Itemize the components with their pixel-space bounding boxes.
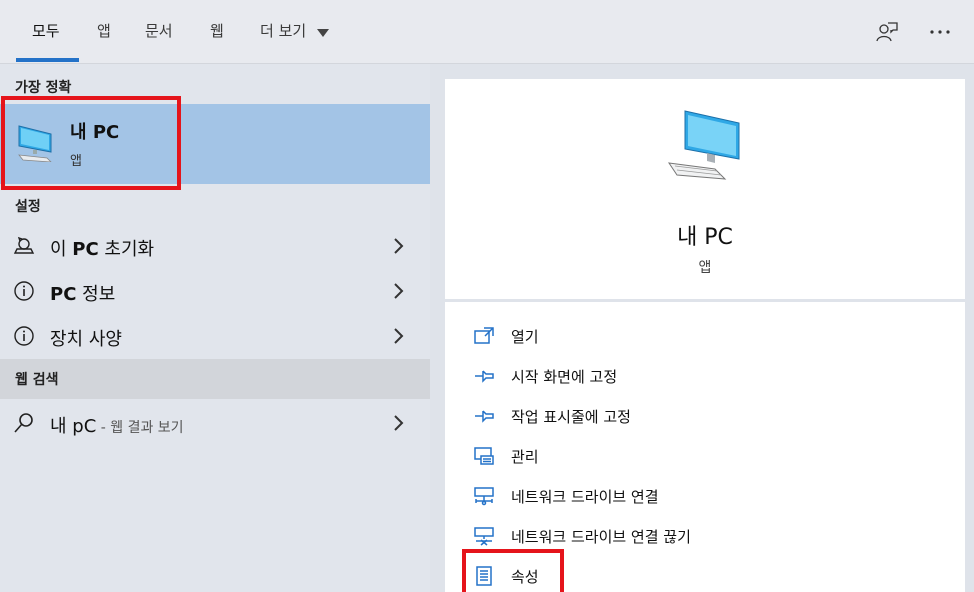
action-label: 속성	[511, 568, 539, 586]
web-search-label: 내 pC - 웹 결과 보기	[50, 412, 184, 438]
action-label: 작업 표시줄에 고정	[511, 408, 631, 426]
action-open[interactable]: 열기	[445, 316, 965, 356]
action-list: 열기 시작 화면에 고정 작업 표시줄에 고정 관리 네트워크 드라이브 연결 …	[445, 302, 965, 592]
tab-more[interactable]: 더 보기	[260, 0, 329, 64]
tab-more-label: 더 보기	[260, 22, 307, 40]
detail-title: 내 PC	[677, 225, 733, 250]
settings-item-device-specs[interactable]: 장치 사양	[0, 314, 430, 358]
chevron-right-icon	[394, 415, 404, 431]
chevron-right-icon	[394, 283, 404, 299]
web-search-header-label: 웹 검색	[15, 372, 59, 388]
settings-item-reset-pc[interactable]: 이 PC 초기화	[0, 224, 430, 268]
info-icon	[13, 280, 35, 302]
tab-web[interactable]: 웹	[210, 0, 224, 64]
open-icon	[474, 327, 494, 344]
settings-item-bold: PC	[72, 239, 99, 260]
tab-apps[interactable]: 앱	[97, 0, 111, 64]
best-match-header: 가장 정확	[15, 80, 72, 96]
search-filter-bar: 모두 앱 문서 웹 더 보기	[0, 0, 974, 64]
action-pin-start[interactable]: 시작 화면에 고정	[445, 356, 965, 396]
settings-item-label: 장치 사양	[50, 325, 122, 351]
feedback-person-icon[interactable]	[873, 18, 901, 46]
tab-all[interactable]: 모두	[32, 0, 60, 64]
tab-documents[interactable]: 문서	[145, 0, 173, 64]
chevron-down-icon	[316, 1, 329, 63]
action-pin-taskbar[interactable]: 작업 표시줄에 고정	[445, 396, 965, 436]
network-drive-disconnect-icon	[474, 527, 494, 546]
best-match-title: 내 PC	[70, 122, 120, 143]
web-search-suffix: - 웹 결과 보기	[96, 420, 184, 436]
search-icon	[13, 412, 35, 434]
settings-item-label: PC 정보	[50, 280, 115, 306]
web-search-header: 웹 검색	[0, 359, 430, 399]
settings-header: 설정	[15, 199, 41, 215]
settings-item-suffix: 장치 사양	[50, 329, 122, 350]
action-map-network-drive[interactable]: 네트워크 드라이브 연결	[445, 476, 965, 516]
computer-icon	[17, 122, 55, 166]
settings-item-bold: PC	[50, 284, 77, 305]
manage-icon	[474, 447, 494, 465]
results-pane: 가장 정확 내 PC 앱 설정 이 PC 초기화 PC 정보 장치 사양 웹 검…	[0, 64, 430, 592]
reset-icon	[13, 235, 35, 257]
detail-pane: 내 PC 앱 열기 시작 화면에 고정 작업 표시줄에 고정 관리 네트워크 드…	[430, 64, 974, 592]
action-disconnect-network-drive[interactable]: 네트워크 드라이브 연결 끊기	[445, 516, 965, 556]
chevron-right-icon	[394, 328, 404, 344]
network-drive-icon	[474, 487, 494, 506]
computer-icon	[667, 109, 743, 185]
web-search-query: 내 pC	[50, 416, 97, 437]
best-match-subtitle: 앱	[70, 154, 82, 169]
action-label: 열기	[511, 328, 539, 346]
settings-item-label: 이 PC 초기화	[50, 235, 154, 261]
pin-icon	[475, 370, 494, 383]
action-properties[interactable]: 속성	[445, 556, 965, 592]
settings-item-prefix: 이	[50, 239, 73, 260]
chevron-right-icon	[394, 238, 404, 254]
settings-item-suffix: 정보	[76, 284, 116, 305]
web-search-item[interactable]: 내 pC - 웹 결과 보기	[0, 401, 430, 445]
action-label: 관리	[511, 448, 539, 466]
detail-card: 내 PC 앱	[445, 79, 965, 299]
action-label: 네트워크 드라이브 연결	[511, 488, 659, 506]
action-manage[interactable]: 관리	[445, 436, 965, 476]
properties-icon	[476, 566, 492, 586]
action-label: 네트워크 드라이브 연결 끊기	[511, 528, 691, 546]
best-match-item[interactable]: 내 PC 앱	[0, 104, 430, 184]
action-label: 시작 화면에 고정	[511, 368, 618, 386]
active-tab-indicator	[16, 58, 79, 62]
info-icon	[13, 325, 35, 347]
settings-item-suffix: 초기화	[98, 239, 155, 260]
ellipsis-icon[interactable]	[926, 18, 954, 46]
settings-item-pc-info[interactable]: PC 정보	[0, 269, 430, 313]
detail-subtitle: 앱	[698, 260, 712, 276]
pin-icon	[475, 410, 494, 423]
